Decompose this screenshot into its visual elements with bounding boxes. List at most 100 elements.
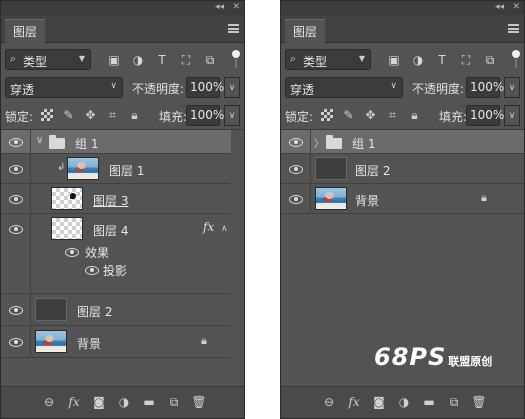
effects-label: 效果 (85, 246, 110, 260)
layer-name-group: 组 1 (352, 137, 376, 151)
layer-name-layer4: 图层 4 (93, 224, 129, 238)
text-filter-icon[interactable]: T (433, 51, 451, 69)
eye-icon[interactable] (287, 136, 305, 148)
panel-menu-icon[interactable] (228, 24, 239, 33)
layer-name-background: 背景 (355, 194, 380, 208)
move-icon[interactable]: ✥ (363, 107, 378, 123)
chevron-up-icon[interactable]: ∧ (221, 224, 228, 234)
opacity-dropdown-button[interactable]: ∨ (224, 77, 240, 98)
layer-row-layer3[interactable]: 图层 3 (1, 184, 231, 214)
smart-object-filter-icon[interactable]: ⧉ (201, 51, 219, 69)
image-filter-icon[interactable]: ▣ (385, 51, 403, 69)
tab-layers[interactable]: 图层 (285, 19, 326, 43)
fill-input[interactable]: 100% (186, 105, 224, 126)
lock-transparency-icon[interactable] (319, 107, 334, 123)
eye-icon[interactable] (287, 163, 305, 175)
link-icon[interactable]: ⊖ (41, 394, 57, 410)
filter-kind-select[interactable]: ⌕ 类型 ▼ (5, 49, 91, 70)
link-icon[interactable]: ⊖ (321, 394, 337, 410)
watermark-text: 联盟原创 (448, 355, 493, 368)
layer-row-group[interactable]: 〉 组 1 (281, 130, 524, 154)
mask-icon[interactable]: ◙ (371, 394, 387, 410)
folder-icon[interactable]: ▬ (141, 394, 157, 410)
double-chevron-icon[interactable]: ◂◂ (215, 2, 224, 12)
opacity-input[interactable]: 100% (466, 77, 504, 98)
folder-icon (326, 135, 342, 149)
layer-row-group[interactable]: ∨ 组 1 (1, 130, 231, 154)
blend-mode-label: 穿透 (10, 83, 35, 97)
layer-row-layer2[interactable]: 图层 2 (1, 294, 231, 326)
tab-bar: 图层 (1, 15, 244, 43)
fx-icon[interactable]: fx (346, 394, 362, 410)
text-filter-icon[interactable]: T (153, 51, 171, 69)
lock-icon[interactable]: 🔒︎ (127, 107, 142, 123)
blend-mode-select[interactable]: 穿透 ∨ (285, 77, 403, 98)
shape-filter-icon[interactable]: ⛶ (457, 51, 475, 69)
tab-layers[interactable]: 图层 (5, 19, 46, 43)
chevron-down-icon: ▼ (78, 54, 85, 63)
mask-icon[interactable]: ◙ (91, 394, 107, 410)
filter-toggle[interactable] (232, 49, 240, 70)
chevron-down-icon[interactable]: ∨ (36, 135, 43, 146)
move-icon[interactable]: ✥ (83, 107, 98, 123)
layer-row-background[interactable]: 背景 🔒︎ (1, 326, 231, 358)
eye-icon[interactable] (7, 163, 25, 175)
lock-paint-icon[interactable]: ✎ (61, 107, 76, 123)
fill-dropdown-button[interactable]: ∨ (504, 105, 520, 126)
fill-input[interactable]: 100% (466, 105, 504, 126)
layer-row-layer1[interactable]: ↲ 图层 1 (1, 154, 231, 184)
fill-label: 填充: (159, 110, 188, 124)
layer-row-layer2[interactable]: 图层 2 (281, 154, 524, 184)
lock-paint-icon[interactable]: ✎ (341, 107, 356, 123)
layer-row-layer4[interactable]: 图层 4 fx 效果 投影 (1, 214, 231, 294)
eye-icon[interactable] (7, 136, 25, 148)
layer-thumbnail (315, 157, 347, 180)
eye-icon[interactable] (287, 193, 305, 205)
fill-dropdown-button[interactable]: ∨ (224, 105, 240, 126)
filter-toggle[interactable] (512, 49, 520, 70)
close-icon[interactable]: ✕ (512, 2, 519, 12)
eye-icon[interactable] (7, 193, 25, 205)
eye-icon[interactable] (7, 304, 25, 316)
layer-name-background: 背景 (77, 337, 102, 351)
eye-icon[interactable] (7, 336, 25, 348)
artboard-icon[interactable]: ⌗ (385, 107, 400, 123)
fx-badge[interactable]: fx (203, 220, 214, 234)
layers-panel-left: ◂◂ ✕ 图层 ⌕ 类型 ▼ ▣ ◑ T ⛶ ⧉ 穿透 ∨ 不透明度: 100%… (0, 0, 245, 419)
panel-menu-icon[interactable] (508, 24, 519, 33)
shape-filter-icon[interactable]: ⛶ (177, 51, 195, 69)
filter-row: ⌕ 类型 ▼ ▣ ◑ T ⛶ ⧉ (285, 49, 520, 71)
trash-icon[interactable]: 🗑︎ (471, 394, 487, 410)
lock-transparency-icon[interactable] (39, 107, 54, 123)
eye-icon[interactable] (63, 246, 81, 258)
fx-icon[interactable]: fx (66, 394, 82, 410)
image-filter-icon[interactable]: ▣ (105, 51, 123, 69)
eye-icon[interactable] (7, 223, 25, 235)
chevron-down-icon: ∨ (390, 81, 397, 91)
bottom-toolbar: ⊖ fx ◙ ◑ ▬ ⧉ 🗑︎ (1, 386, 244, 418)
folder-icon[interactable]: ▬ (421, 394, 437, 410)
filter-kind-label: 类型 (23, 55, 48, 69)
lock-icon[interactable]: 🔒︎ (407, 107, 422, 123)
search-icon: ⌕ (10, 52, 17, 65)
adjustment-icon[interactable]: ◑ (396, 394, 412, 410)
eye-icon[interactable] (83, 264, 101, 276)
artboard-icon[interactable]: ⌗ (105, 107, 120, 123)
smart-object-filter-icon[interactable]: ⧉ (481, 51, 499, 69)
lock-icon: 🔒︎ (481, 191, 487, 204)
adjustment-filter-icon[interactable]: ◑ (409, 51, 427, 69)
close-icon[interactable]: ✕ (232, 2, 239, 12)
trash-icon[interactable]: 🗑︎ (191, 394, 207, 410)
search-icon: ⌕ (290, 52, 297, 65)
opacity-input[interactable]: 100% (186, 77, 224, 98)
chevron-right-icon[interactable]: 〉 (314, 135, 324, 150)
layer-row-background[interactable]: 背景 🔒︎ (281, 184, 524, 214)
filter-kind-select[interactable]: ⌕ 类型 ▼ (285, 49, 371, 70)
opacity-dropdown-button[interactable]: ∨ (504, 77, 520, 98)
double-chevron-icon[interactable]: ◂◂ (495, 2, 504, 12)
new-layer-icon[interactable]: ⧉ (166, 394, 182, 410)
blend-mode-select[interactable]: 穿透 ∨ (5, 77, 123, 98)
adjustment-filter-icon[interactable]: ◑ (129, 51, 147, 69)
new-layer-icon[interactable]: ⧉ (446, 394, 462, 410)
adjustment-icon[interactable]: ◑ (116, 394, 132, 410)
